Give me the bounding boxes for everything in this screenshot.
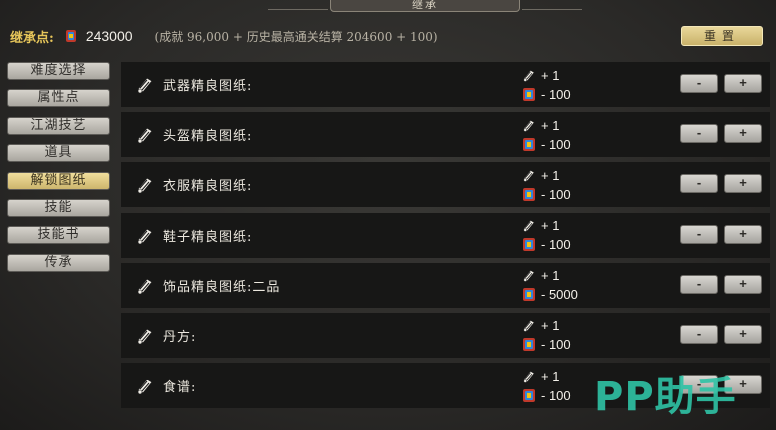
- sidebar-item-items[interactable]: 道具: [7, 144, 110, 163]
- sidebar-item-inheritance[interactable]: 传承: [7, 253, 110, 272]
- cost-amount: - 100: [521, 86, 571, 102]
- watermark-logo: PP助手: [594, 374, 737, 420]
- gem-icon: [521, 287, 537, 302]
- cost-value: - 100: [541, 186, 571, 202]
- blueprint-row: 衣服精良图纸: + 1 - 100 - +: [121, 162, 770, 208]
- increase-button[interactable]: +: [724, 324, 762, 344]
- gain-value: + 1: [541, 67, 560, 83]
- points-header: 继承点: 243000 (成就 96,000 + 历史最高通关结算 204600…: [10, 26, 438, 46]
- gem-icon: [521, 237, 537, 252]
- scroll-blueprint-icon: [521, 218, 537, 233]
- scroll-blueprint-icon: [521, 118, 537, 133]
- blueprint-list: 武器精良图纸: + 1- 100- + 头盔精良图纸: + 1- 100- + 衣服精良图纸…: [121, 62, 770, 413]
- decrease-button[interactable]: -: [680, 124, 718, 144]
- cost-value: - 100: [541, 337, 571, 353]
- gain-value: + 1: [541, 218, 560, 234]
- cost-amount: - 5000: [521, 287, 578, 303]
- sidebar-item-attributes[interactable]: 属性点: [7, 89, 110, 108]
- gain-value: + 1: [541, 167, 560, 183]
- increase-button[interactable]: +: [724, 74, 762, 93]
- gem-icon: [521, 137, 537, 152]
- scroll-blueprint-icon: [521, 168, 537, 183]
- increase-button[interactable]: +: [724, 224, 762, 244]
- cost-value: - 100: [541, 237, 571, 253]
- scroll-blueprint-icon: [521, 68, 537, 83]
- blueprint-row: 武器精良图纸: + 1 - 100 - +: [121, 62, 770, 107]
- gem-icon: [521, 187, 537, 202]
- blueprint-name: 饰品精良图纸:二品: [163, 279, 281, 295]
- gain-amount: + 1: [521, 368, 559, 384]
- decrease-button[interactable]: -: [680, 224, 718, 244]
- blueprint-name: 武器精良图纸:: [163, 79, 253, 94]
- gain-value: + 1: [541, 268, 560, 284]
- sidebar-item-unlock-blueprints[interactable]: 解锁图纸: [7, 171, 110, 190]
- gain-value: + 1: [541, 117, 560, 133]
- page-title: 继承: [412, 0, 438, 11]
- increase-button[interactable]: +: [724, 274, 762, 294]
- gem-icon: [64, 28, 78, 44]
- scroll-blueprint-icon: [135, 125, 155, 145]
- cost-amount: - 100: [521, 387, 571, 403]
- decrease-button[interactable]: -: [680, 174, 718, 194]
- scroll-blueprint-icon: [521, 268, 537, 283]
- blueprint-name: 丹方:: [163, 329, 197, 345]
- scroll-blueprint-icon: [135, 226, 155, 246]
- gain-amount: + 1: [521, 167, 559, 183]
- decrease-button[interactable]: -: [680, 274, 718, 294]
- blueprint-row: 丹方: + 1 - 100 - +: [121, 312, 770, 358]
- decrease-button[interactable]: -: [680, 74, 718, 93]
- cost-amount: - 100: [521, 237, 571, 253]
- cost-value: - 5000: [541, 287, 578, 303]
- increase-button[interactable]: +: [724, 174, 762, 194]
- gain-amount: + 1: [521, 268, 559, 284]
- banner-decoration-left: [268, 0, 328, 10]
- scroll-blueprint-icon: [135, 376, 155, 396]
- blueprint-row: 饰品精良图纸:二品 + 1 - 5000 - +: [121, 262, 770, 308]
- blueprint-name: 衣服精良图纸:: [163, 179, 253, 195]
- cost-amount: - 100: [521, 186, 571, 202]
- gain-amount: + 1: [521, 318, 559, 334]
- cost-amount: - 100: [521, 337, 571, 353]
- scroll-blueprint-icon: [135, 276, 155, 296]
- gain-amount: + 1: [521, 218, 559, 234]
- points-label: 继承点:: [10, 30, 54, 46]
- cost-value: - 100: [541, 136, 571, 152]
- gain-value: + 1: [541, 318, 560, 334]
- cost-amount: - 100: [521, 136, 571, 152]
- blueprint-name: 头盔精良图纸:: [163, 129, 253, 145]
- blueprint-name: 鞋子精良图纸:: [163, 229, 253, 245]
- reset-button[interactable]: 重置: [681, 26, 763, 46]
- gain-value: + 1: [541, 368, 560, 384]
- sidebar-item-difficulty[interactable]: 难度选择: [7, 62, 110, 80]
- blueprint-row: 头盔精良图纸: + 1 - 100 - +: [121, 112, 770, 158]
- scroll-blueprint-icon: [521, 318, 537, 333]
- gem-icon: [521, 388, 537, 403]
- category-sidebar: 难度选择 属性点 江湖技艺 道具 解锁图纸 技能 技能书 传承: [7, 62, 110, 281]
- cost-value: - 100: [541, 86, 571, 102]
- increase-button[interactable]: +: [724, 124, 762, 144]
- blueprint-row: 鞋子精良图纸: + 1 - 100 - +: [121, 212, 770, 258]
- gem-icon: [521, 337, 537, 352]
- gain-amount: + 1: [521, 117, 559, 133]
- decrease-button[interactable]: -: [680, 324, 718, 344]
- sidebar-item-skill-books[interactable]: 技能书: [7, 226, 110, 245]
- points-value: 243000: [85, 28, 133, 44]
- scroll-blueprint-icon: [521, 369, 537, 384]
- blueprint-name: 食谱:: [163, 380, 197, 396]
- cost-value: - 100: [541, 387, 571, 403]
- gain-amount: + 1: [521, 67, 559, 83]
- page-title-banner: 继承: [330, 0, 520, 12]
- banner-decoration-right: [522, 0, 582, 10]
- gem-icon: [521, 87, 537, 102]
- sidebar-item-skills-craft[interactable]: 江湖技艺: [7, 116, 110, 135]
- sidebar-item-skills[interactable]: 技能: [7, 198, 110, 217]
- points-breakdown: (成就 96,000 + 历史最高通关结算 204600 + 100): [154, 29, 438, 44]
- scroll-blueprint-icon: [135, 75, 155, 95]
- scroll-blueprint-icon: [135, 175, 155, 195]
- scroll-blueprint-icon: [135, 326, 155, 346]
